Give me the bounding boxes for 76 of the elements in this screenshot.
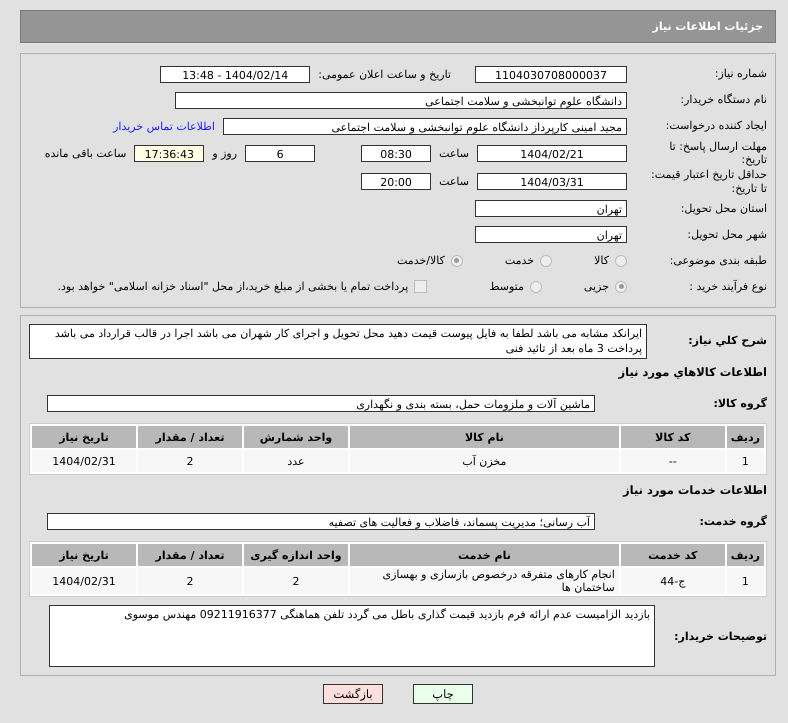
table-cell: 2 [138,568,242,594]
table-cell: 1404/02/31 [32,450,136,472]
field-label: تاریخ و ساعت اعلان عمومی: [318,68,451,80]
radio-button[interactable] [530,280,542,293]
option-label: جزیی [584,280,609,294]
field-value: 1404/02/21 [477,144,627,162]
option-label: پرداخت تمام یا بخشی از مبلغ خرید،از محل "اسناد خزانه اسلامی" خواهد بود. [58,280,408,294]
column-header: کد خدمت [620,544,725,566]
table-cell: ج-44 [620,568,725,594]
table-cell: عدد [244,450,348,472]
table-cell: 2 [244,568,348,594]
field-value: 6 [245,144,316,162]
field-value: 1404/02/14 - 13:48 [160,66,310,82]
field-label: استان محل تحویل: [680,202,767,216]
field-label: نوع فرآیند خرید : [688,280,767,294]
option-label: کالا/خدمت [397,254,445,268]
table-cell: 1 [726,450,764,472]
radio-button[interactable] [540,254,552,267]
field-label: مهلت ارسال پاسخ: تا تاریخ: [668,140,767,166]
field-label: ساعت [439,175,469,188]
field-label: ساعت باقی مانده [44,146,126,160]
column-header: نام خدمت [350,544,619,566]
radio-button[interactable] [615,254,627,267]
field-label: نام دستگاه خریدار: [679,93,767,107]
section-title: اطلاعات کالاهاي مورد نياز [618,365,767,380]
radio-button[interactable] [450,254,463,267]
contact-link[interactable]: اطلاعات تماس خریدار [113,120,215,132]
field-label: توضیحات خریدار: [673,630,767,643]
column-header: واحد شمارش [244,426,348,448]
field-label: شهر محل تحویل: [686,228,767,242]
field-label: حداقل تاریخ اعتبار قیمت: تا تاریخ: [650,168,767,195]
column-header: ردیف [726,544,764,566]
option-label: خدمت [504,254,534,268]
radio-button[interactable] [615,280,627,293]
field-label: شرح کلي نياز: [687,332,767,347]
column-header: کد کالا [620,426,725,448]
option-label: کالا [594,254,609,268]
column-header: ردیف [726,426,764,448]
field-value: 1104030708000037 [475,66,627,82]
field-label: ایجاد کننده درخواست: [664,119,767,133]
field-label: روز و [212,146,238,160]
column-header: واحد اندازه گیری [244,544,348,566]
description-box: ایرانکد مشابه می باشد لطفا به فایل پیوست قیمت دهید محل تحویل و اجرای کار شهران می باشد اجرا در قالب قرارداد می باشد پرداخت 3 ماه بعد از تائید فنی [29,324,648,360]
checkbox[interactable] [414,280,428,294]
field-label: شماره نیاز: [714,67,767,81]
table-cell: انجام کارهای متفرقه درخصوص بازسازی و بهسازی ساختمان ها [350,568,619,594]
field-value: مجید امینی کارپرداز دانشگاه علوم توانبخشی و سلامت اجتماعی [223,118,627,134]
column-header: تعداد / مقدار [138,544,242,566]
field-label: گروه خدمت: [698,514,767,528]
column-header: تعداد / مقدار [138,426,242,448]
field-value: تهران [475,226,627,244]
page-title: جزئیات اطلاعات نیاز [652,20,763,33]
field-value: 20:00 [361,173,432,190]
field-value: 08:30 [361,144,432,162]
option-label: متوسط [489,280,524,294]
table-cell: 1404/02/31 [32,568,136,594]
field-value: تهران [475,200,627,218]
column-header: تاریخ نیاز [32,426,136,448]
column-header: تاریخ نیاز [32,544,136,566]
countdown-value: 17:36:43 [134,144,204,162]
table-cell: مخزن آب [350,450,619,472]
table-cell: 2 [138,450,242,472]
field-value: آب رسانی؛ مدیریت پسماند، فاضلاب و فعالیت های تصفیه [47,512,595,530]
section-title: اطلاعات خدمات مورد نیاز [623,483,767,498]
table-cell: -- [620,450,725,472]
back-button[interactable]: بازگشت [323,684,383,704]
print-button[interactable]: چاپ [413,684,473,704]
notes-box: بازدید الزامیست عدم ارائه فرم بازدید قیمت گذاری باطل می گردد تلفن هماهنگی 09211916377 مهندس موسوی [49,605,655,668]
table-cell: 1 [726,568,764,594]
field-label: گروه کالا: [712,396,767,410]
field-value: 1404/03/31 [477,173,627,190]
field-label: طبقه بندی موضوعی: [668,254,767,268]
field-label: ساعت [439,146,469,160]
column-header: نام کالا [350,426,619,448]
field-value: دانشگاه علوم توانبخشی و سلامت اجتماعی [175,92,627,108]
field-value: ماشین آلات و ملزومات حمل، بسته بندی و نگهداری [47,394,595,412]
